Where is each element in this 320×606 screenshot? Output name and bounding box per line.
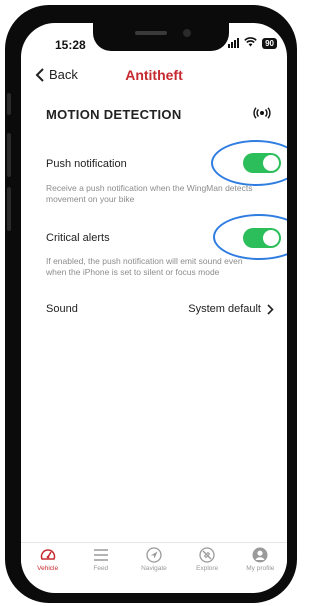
status-time: 15:28 xyxy=(55,38,86,52)
sound-row[interactable]: Sound System default xyxy=(46,303,274,315)
menu-lines-icon xyxy=(93,549,108,561)
critical-alerts-description: If enabled, the push notification will e… xyxy=(46,256,243,277)
notch xyxy=(93,23,229,51)
phone-frame: 15:28 90 Back Antitheft MOTION DETECTION… xyxy=(5,5,297,603)
front-camera xyxy=(183,29,191,37)
toggle-knob xyxy=(263,155,279,171)
tab-label: Explore xyxy=(196,565,219,572)
tab-label: Feed xyxy=(93,565,109,572)
sound-value: System default xyxy=(188,303,261,315)
chevron-right-icon xyxy=(267,303,274,315)
speedometer-icon xyxy=(40,549,55,560)
tab-vehicle[interactable]: Vehicle xyxy=(23,543,73,583)
tab-feed[interactable]: Feed xyxy=(76,543,126,583)
tab-label: Navigate xyxy=(141,565,167,572)
push-notification-toggle[interactable] xyxy=(243,153,281,173)
section-title: MOTION DETECTION xyxy=(46,107,182,122)
screen: 15:28 90 Back Antitheft MOTION DETECTION… xyxy=(21,23,287,593)
sound-label: Sound xyxy=(46,303,78,315)
page-title: Antitheft xyxy=(125,67,183,83)
tab-navigate[interactable]: Navigate xyxy=(129,543,179,583)
earpiece-speaker xyxy=(135,31,167,35)
push-notification-label: Push notification xyxy=(46,158,127,170)
tab-label: My profile xyxy=(246,565,275,572)
volume-up-button xyxy=(7,133,11,177)
tab-my-profile[interactable]: My profile xyxy=(235,543,285,583)
radio-waves-icon xyxy=(253,107,271,122)
status-icons: 90 xyxy=(228,37,277,49)
profile-icon xyxy=(252,547,268,563)
mute-switch xyxy=(7,93,11,115)
push-notification-description: Receive a push notification when the Win… xyxy=(46,183,253,204)
toggle-knob xyxy=(263,230,279,246)
navigate-arrow-icon xyxy=(146,547,162,563)
critical-alerts-toggle[interactable] xyxy=(243,228,281,248)
tab-explore[interactable]: Explore xyxy=(182,543,232,583)
cell-signal-icon xyxy=(228,38,240,48)
compass-icon xyxy=(199,547,215,563)
wifi-icon xyxy=(244,37,257,49)
tab-bar: Vehicle Feed Navigate Explore My profile xyxy=(21,542,287,583)
battery-icon: 90 xyxy=(262,37,277,49)
critical-alerts-label: Critical alerts xyxy=(46,232,110,244)
tab-label: Vehicle xyxy=(37,565,59,572)
volume-down-button xyxy=(7,187,11,231)
